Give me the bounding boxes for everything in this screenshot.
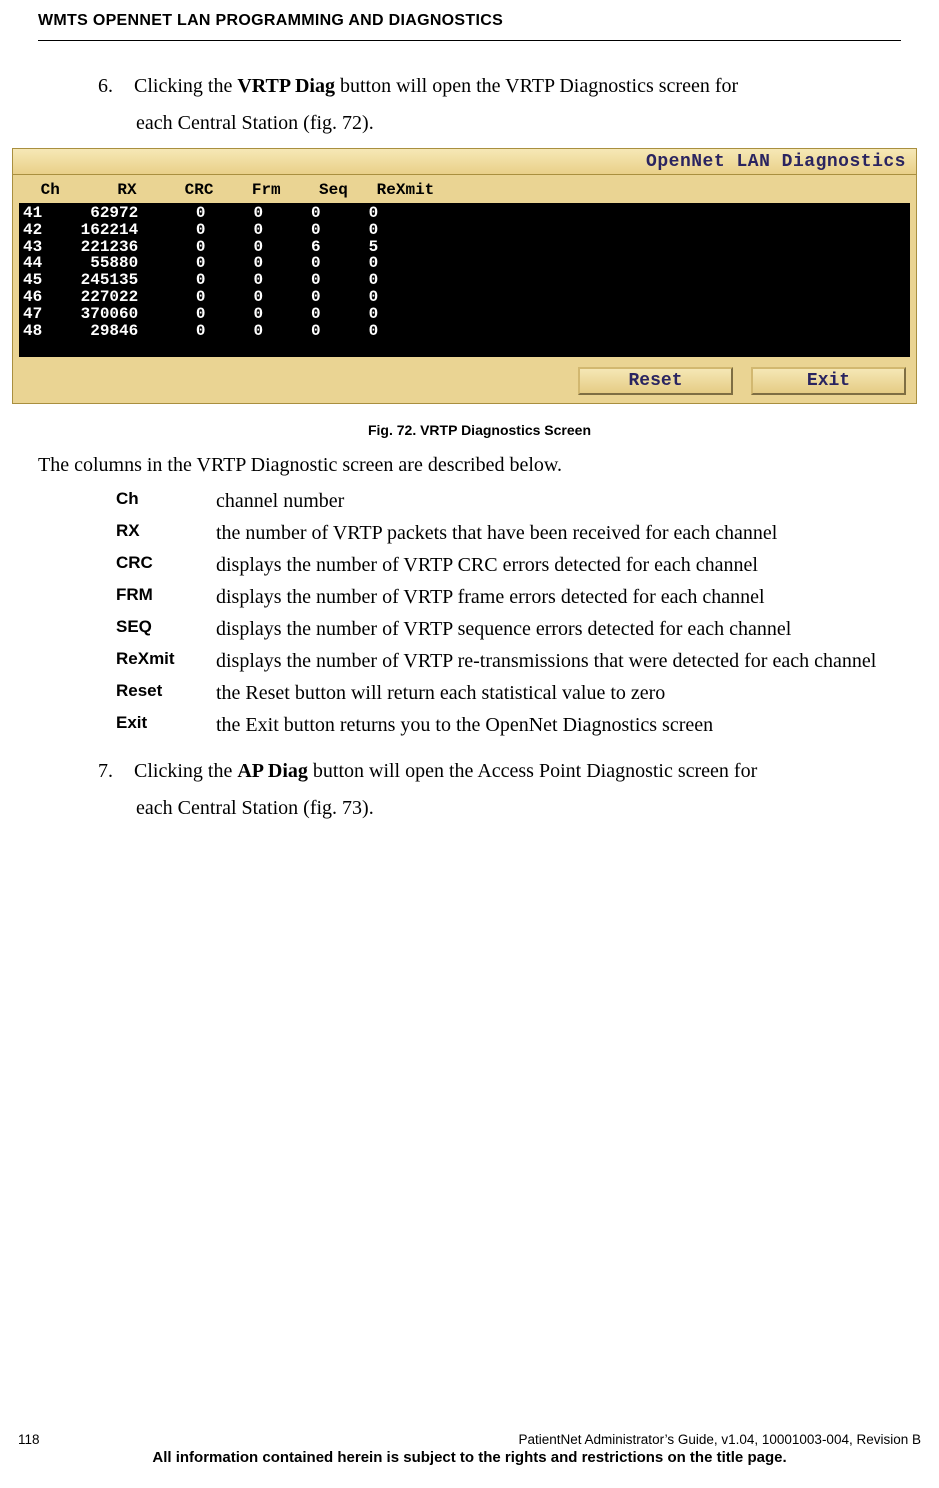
header-rule bbox=[38, 40, 901, 41]
step-6: 6. Clicking the VRTP Diag button will op… bbox=[98, 72, 921, 101]
definition-term: SEQ bbox=[116, 615, 216, 637]
diagnostics-column-headers: Ch RX CRC Frm Seq ReXmit bbox=[13, 175, 916, 203]
definition-row: RXthe number of VRTP packets that have b… bbox=[116, 519, 921, 547]
definition-row: Chchannel number bbox=[116, 487, 921, 515]
footer-line-1: 118 PatientNet Administrator’s Guide, v1… bbox=[0, 1432, 939, 1449]
page-footer: 118 PatientNet Administrator’s Guide, v1… bbox=[0, 1432, 939, 1466]
figure-72-caption: Fig. 72. VRTP Diagnostics Screen bbox=[38, 422, 921, 438]
diagnostics-titlebar: OpenNet LAN Diagnostics bbox=[13, 149, 916, 175]
diagnostics-button-row: Reset Exit bbox=[13, 363, 916, 403]
column-definitions: Chchannel numberRXthe number of VRTP pac… bbox=[116, 487, 921, 739]
columns-lead-text: The columns in the VRTP Diagnostic scree… bbox=[38, 454, 921, 477]
page: WMTS OPENNET LAN PROGRAMMING AND DIAGNOS… bbox=[0, 0, 939, 1488]
definition-term: Exit bbox=[116, 711, 216, 733]
diagnostics-panel: OpenNet LAN Diagnostics Ch RX CRC Frm Se… bbox=[12, 148, 917, 404]
page-header: WMTS OPENNET LAN PROGRAMMING AND DIAGNOS… bbox=[38, 12, 901, 41]
definition-term: RX bbox=[116, 519, 216, 541]
step-6-bold: VRTP Diag bbox=[237, 75, 335, 97]
definition-row: FRMdisplays the number of VRTP frame err… bbox=[116, 583, 921, 611]
definition-description: the Reset button will return each statis… bbox=[216, 679, 921, 707]
definition-description: the number of VRTP packets that have bee… bbox=[216, 519, 921, 547]
step-7-mid: button will open the Access Point Diagno… bbox=[308, 760, 757, 782]
definition-description: the Exit button returns you to the OpenN… bbox=[216, 711, 921, 739]
definition-description: displays the number of VRTP re-transmiss… bbox=[216, 647, 921, 675]
step-7-text: Clicking the AP Diag button will open th… bbox=[134, 760, 757, 782]
definition-term: ReXmit bbox=[116, 647, 216, 669]
definition-row: Exitthe Exit button returns you to the O… bbox=[116, 711, 921, 739]
footer-right: PatientNet Administrator’s Guide, v1.04,… bbox=[519, 1432, 922, 1447]
definition-description: displays the number of VRTP frame errors… bbox=[216, 583, 921, 611]
header-title: WMTS OPENNET LAN PROGRAMMING AND DIAGNOS… bbox=[38, 12, 901, 30]
diagnostics-terminal: 41 62972 0 0 0 0 42 162214 0 0 0 0 43 22… bbox=[19, 203, 910, 357]
step-7: 7. Clicking the AP Diag button will open… bbox=[98, 757, 921, 786]
definition-row: CRCdisplays the number of VRTP CRC error… bbox=[116, 551, 921, 579]
step-7-pre: Clicking the bbox=[134, 760, 237, 782]
step-6-number: 6. bbox=[98, 75, 130, 98]
body-column: 6. Clicking the VRTP Diag button will op… bbox=[38, 72, 921, 823]
definition-row: SEQdisplays the number of VRTP sequence … bbox=[116, 615, 921, 643]
definition-term: FRM bbox=[116, 583, 216, 605]
definition-row: ReXmitdisplays the number of VRTP re-tra… bbox=[116, 647, 921, 675]
step-6-line2: each Central Station (fig. 72). bbox=[136, 109, 921, 138]
definition-description: channel number bbox=[216, 487, 921, 515]
definition-description: displays the number of VRTP sequence err… bbox=[216, 615, 921, 643]
step-6-text: Clicking the VRTP Diag button will open … bbox=[134, 75, 738, 97]
definition-term: CRC bbox=[116, 551, 216, 573]
definition-term: Ch bbox=[116, 487, 216, 509]
step-7-number: 7. bbox=[98, 760, 130, 783]
reset-button[interactable]: Reset bbox=[578, 367, 733, 395]
diagnostics-title: OpenNet LAN Diagnostics bbox=[646, 149, 906, 175]
footer-notice: All information contained herein is subj… bbox=[0, 1449, 939, 1466]
definition-row: Resetthe Reset button will return each s… bbox=[116, 679, 921, 707]
page-number: 118 bbox=[18, 1432, 40, 1447]
step-6-pre: Clicking the bbox=[134, 75, 237, 97]
exit-button[interactable]: Exit bbox=[751, 367, 906, 395]
step-7-line2: each Central Station (fig. 73). bbox=[136, 794, 921, 823]
step-6-mid: button will open the VRTP Diagnostics sc… bbox=[335, 75, 738, 97]
definition-term: Reset bbox=[116, 679, 216, 701]
definition-description: displays the number of VRTP CRC errors d… bbox=[216, 551, 921, 579]
step-7-bold: AP Diag bbox=[237, 760, 308, 782]
